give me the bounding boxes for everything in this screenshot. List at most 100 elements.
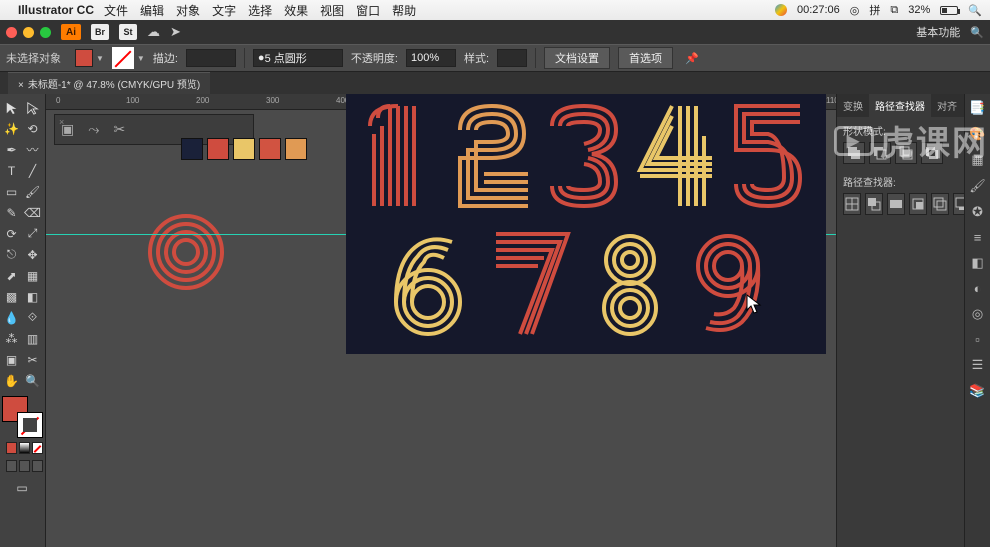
menu-effect[interactable]: 效果 — [284, 2, 308, 19]
bridge-icon[interactable]: Br — [91, 24, 109, 40]
battery-icon[interactable] — [940, 6, 958, 15]
slice-tool[interactable]: ✂ — [23, 350, 42, 369]
libraries-icon[interactable]: 📚 — [969, 383, 985, 399]
pen-tool[interactable]: ✒ — [2, 140, 21, 159]
shape-builder-tool[interactable]: ⬈ — [2, 266, 21, 285]
airplay-icon[interactable]: ◎ — [850, 4, 860, 17]
mesh-tool[interactable]: ▩ — [2, 287, 21, 306]
fill-swatch-control[interactable]: ▼ — [75, 49, 104, 67]
divide-button[interactable] — [843, 193, 861, 215]
properties-icon[interactable]: 📑 — [969, 100, 985, 116]
layers-icon[interactable]: ☰ — [972, 357, 984, 373]
stroke-indicator[interactable] — [17, 412, 43, 438]
wifi-icon[interactable]: ⧉ — [890, 4, 898, 17]
stock-icon[interactable]: St — [119, 24, 137, 40]
minimize-window-button[interactable] — [23, 27, 34, 38]
crop-icon[interactable]: ✂ — [113, 121, 125, 138]
screen-mode-button[interactable]: ▭ — [2, 478, 42, 497]
eyedropper-tool[interactable]: 💧 — [2, 308, 21, 327]
direct-selection-tool[interactable] — [23, 98, 42, 117]
app-name[interactable]: Illustrator CC — [18, 3, 94, 17]
crop-button[interactable] — [909, 193, 927, 215]
path-join-icon[interactable]: ⤳ — [88, 121, 99, 138]
gradient-tool[interactable]: ◧ — [23, 287, 42, 306]
document-setup-button[interactable]: 文档设置 — [544, 47, 610, 69]
fill-stroke-indicator[interactable] — [2, 396, 43, 438]
curvature-tool[interactable]: 〰 — [23, 140, 42, 159]
trim-button[interactable] — [865, 193, 883, 215]
zoom-window-button[interactable] — [40, 27, 51, 38]
symbol-sprayer-tool[interactable]: ⁂ — [2, 329, 21, 348]
type-tool[interactable]: T — [2, 161, 21, 180]
lasso-tool[interactable]: ⟲ — [23, 119, 42, 138]
rotate-tool[interactable]: ⟳ — [2, 224, 21, 243]
merge-button[interactable] — [887, 193, 905, 215]
canvas[interactable]: 0 100 200 300 400 500 600 700 800 900 10… — [46, 94, 836, 547]
workspace-switcher[interactable]: 基本功能 — [916, 24, 960, 40]
magic-wand-tool[interactable]: ✨ — [2, 119, 21, 138]
menu-view[interactable]: 视图 — [320, 2, 344, 19]
tab-pathfinder[interactable]: 路径查找器 — [869, 94, 931, 117]
document-tab[interactable]: ×未标题-1* @ 47.8% (CMYK/GPU 预览) — [8, 72, 210, 94]
minus-front-button[interactable] — [869, 142, 891, 164]
selection-tool[interactable] — [2, 98, 21, 117]
transparency-icon[interactable]: ◐ — [974, 281, 982, 296]
color-mode-button[interactable] — [6, 442, 17, 454]
menu-select[interactable]: 选择 — [248, 2, 272, 19]
tab-transform[interactable]: 变换 — [837, 94, 869, 117]
stroke-none-swatch[interactable] — [112, 47, 134, 69]
input-method[interactable]: 拼 — [869, 2, 880, 18]
preferences-button[interactable]: 首选项 — [618, 47, 673, 69]
fill-swatch[interactable] — [75, 49, 93, 67]
menu-help[interactable]: 帮助 — [392, 2, 416, 19]
zoom-tool[interactable]: 🔍 — [23, 371, 42, 390]
close-window-button[interactable] — [6, 27, 17, 38]
menu-window[interactable]: 窗口 — [356, 2, 380, 19]
stroke-panel-icon[interactable]: ≡ — [974, 230, 982, 245]
rectangle-tool[interactable]: ▭ — [2, 182, 21, 201]
pin-icon[interactable]: 📌 — [685, 52, 699, 65]
stroke-weight-input[interactable] — [186, 49, 236, 67]
hand-tool[interactable]: ✋ — [2, 371, 21, 390]
search-icon[interactable]: 🔍 — [970, 26, 984, 39]
menu-object[interactable]: 对象 — [176, 2, 200, 19]
exclude-button[interactable] — [921, 142, 943, 164]
draw-normal-button[interactable] — [6, 460, 17, 472]
rocket-icon[interactable]: ➤ — [170, 24, 181, 40]
brush-definition-field[interactable]: ● 5 点圆形 — [253, 49, 343, 67]
eraser-tool[interactable]: ⌫ — [23, 203, 42, 222]
blend-tool[interactable]: ⟐ — [23, 308, 42, 327]
swatches-icon[interactable]: ▦ — [971, 152, 983, 168]
menu-file[interactable]: 文件 — [104, 2, 128, 19]
free-transform-tool[interactable]: ✥ — [23, 245, 42, 264]
none-mode-button[interactable] — [32, 442, 43, 454]
appearance-icon[interactable]: ◎ — [972, 306, 983, 322]
opacity-input[interactable]: 100% — [406, 49, 456, 67]
graphic-styles-icon[interactable]: ▫ — [975, 332, 980, 347]
color-icon[interactable]: 🎨 — [969, 126, 985, 142]
width-tool[interactable]: ⎋ — [2, 245, 21, 264]
intersect-button[interactable] — [895, 142, 917, 164]
menu-text[interactable]: 文字 — [212, 2, 236, 19]
column-graph-tool[interactable]: ▥ — [23, 329, 42, 348]
draw-inside-button[interactable] — [32, 460, 43, 472]
menu-edit[interactable]: 编辑 — [140, 2, 164, 19]
gradient-panel-icon[interactable]: ◧ — [971, 255, 983, 271]
artboard-tool[interactable]: ▣ — [2, 350, 21, 369]
spotlight-icon[interactable]: 🔍 — [968, 4, 982, 17]
line-tool[interactable]: ╱ — [23, 161, 42, 180]
cloud-icon[interactable]: ☁ — [147, 24, 160, 40]
draw-behind-button[interactable] — [19, 460, 30, 472]
shaper-tool[interactable]: ✎ — [2, 203, 21, 222]
brushes-icon[interactable]: 🖌 — [969, 178, 986, 194]
close-panel-icon[interactable]: × — [59, 117, 64, 127]
scale-tool[interactable]: ⤢ — [23, 224, 42, 243]
stroke-swatch-control[interactable]: ▼ — [112, 47, 145, 69]
color-profile-icon[interactable] — [775, 4, 787, 16]
graphic-style-field[interactable] — [497, 49, 527, 67]
ai-home-icon[interactable]: Ai — [61, 24, 81, 40]
outline-button[interactable] — [931, 193, 949, 215]
unite-button[interactable] — [843, 142, 865, 164]
paintbrush-tool[interactable]: 🖌 — [23, 182, 42, 201]
gradient-mode-button[interactable] — [19, 442, 30, 454]
